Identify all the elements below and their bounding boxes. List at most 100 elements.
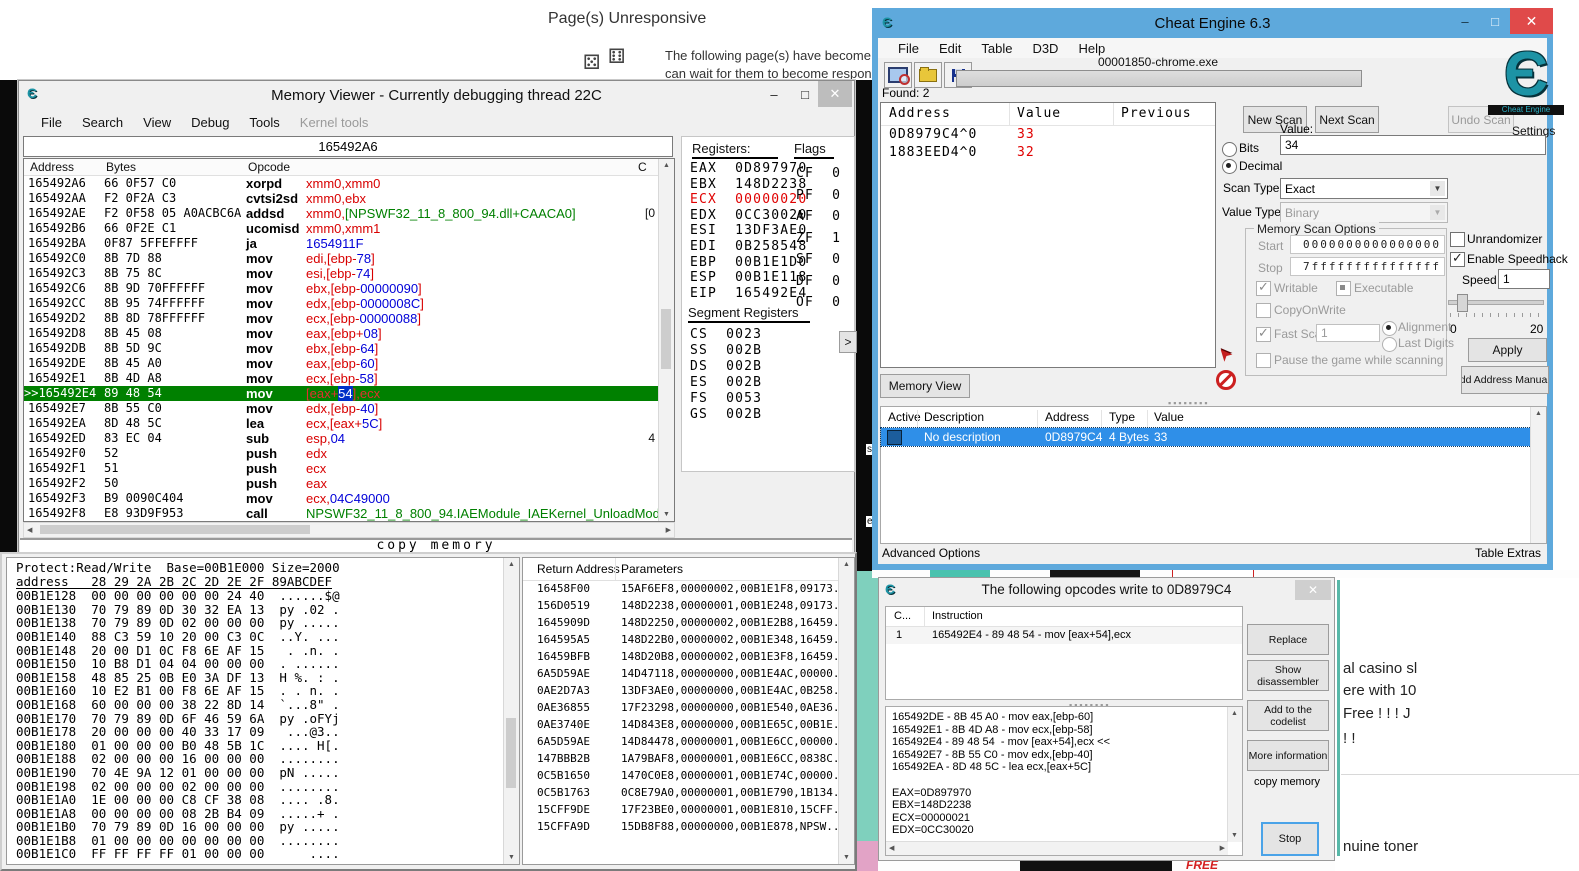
close-button[interactable]: ✕ [818, 81, 852, 107]
menu-item-d3d[interactable]: D3D [1022, 41, 1068, 56]
scan-value-input[interactable]: 34 [1280, 135, 1546, 155]
disassembly-row[interactable]: 165492BA0F87 5FFEFFFFja1654911F [24, 236, 659, 251]
hex-dump-panel[interactable]: Protect:Read/Write Base=00B1E000 Size=20… [6, 557, 520, 865]
bits-radio[interactable] [1222, 142, 1237, 157]
copyonwrite-checkbox[interactable] [1256, 303, 1271, 318]
scrollbar-thumb[interactable] [661, 309, 671, 369]
expand-registers-button[interactable]: > [839, 331, 857, 353]
stack-row[interactable]: 0C5B17630C8E79A0,00000001,00B1E790,1B134… [523, 786, 839, 803]
stack-view-panel[interactable]: Return Address Parameters 16458F0015AF6E… [522, 557, 855, 865]
last-digits-radio[interactable] [1382, 337, 1397, 352]
menu-item-tools[interactable]: Tools [239, 115, 289, 130]
stack-row[interactable]: 0C5B16501470C0E8,00000001,00B1E74C,00000… [523, 769, 839, 786]
detail-horizontal-scrollbar[interactable]: ◀ ▶ [886, 841, 1228, 855]
dialog-titlebar[interactable]: Є The following opcodes write to 0D8979C… [879, 578, 1334, 602]
scroll-up-icon[interactable]: ▲ [1535, 410, 1542, 417]
menu-item-table[interactable]: Table [971, 41, 1022, 56]
disassembly-row[interactable]: 165492A666 0F57 C0xorpdxmm0,xmm0 [24, 176, 659, 191]
close-button[interactable]: ✕ [1295, 580, 1331, 600]
disassembly-row[interactable]: 165492E18B 4D A8movecx,[ebp-58] [24, 371, 659, 386]
scrollbar-thumb[interactable] [40, 525, 310, 534]
scroll-up-icon[interactable]: ▲ [843, 561, 850, 568]
alignment-radio[interactable] [1382, 321, 1397, 336]
maximize-button[interactable]: □ [790, 81, 820, 107]
scan-stop-input[interactable]: 7fffffffffffffff [1290, 257, 1445, 276]
stack-row[interactable]: 156D0519148D2238,00000001,00B1E248,09173… [523, 599, 839, 616]
stack-row[interactable]: 0AE3740E14D843E8,00000000,00B1E65C,00B1E… [523, 718, 839, 735]
menu-item-debug[interactable]: Debug [181, 115, 239, 130]
writable-checkbox[interactable] [1256, 281, 1271, 296]
opcode-row[interactable]: 1 165492E4 - 89 48 54 - mov [eax+54],ecx [886, 627, 1242, 644]
disassembly-row[interactable]: 165492CC8B 95 74FFFFFFmovedx,[ebp-000000… [24, 296, 659, 311]
menu-item-search[interactable]: Search [72, 115, 133, 130]
scroll-down-icon[interactable]: ▼ [663, 511, 670, 518]
menu-item-view[interactable]: View [133, 115, 181, 130]
scroll-right-icon[interactable]: ▶ [666, 527, 671, 534]
address-list-scrollbar[interactable]: ▲ [1530, 407, 1546, 543]
slider-thumb[interactable] [1457, 294, 1468, 312]
menu-item-edit[interactable]: Edit [929, 41, 971, 56]
copy-memory-label[interactable]: copy memory [1247, 776, 1327, 788]
disassembly-row[interactable]: 165492E78B 55 C0movedx,[ebp-40] [24, 401, 659, 416]
found-row[interactable]: 0D8979C4^033 [881, 127, 1215, 145]
stop-button[interactable]: Stop [1261, 822, 1319, 856]
found-row[interactable]: 1883EED4^032 [881, 145, 1215, 163]
memory-view-button[interactable]: Memory View [880, 374, 970, 398]
scroll-left-icon[interactable]: ◀ [27, 527, 32, 534]
scan-type-dropdown[interactable]: Exact ▼ [1280, 178, 1448, 199]
executable-checkbox[interactable] [1336, 281, 1351, 296]
disassembly-vertical-scrollbar[interactable]: ▲ ▼ [658, 159, 674, 521]
stack-row[interactable]: 0AE2D7A313DF3AE0,00000000,00B1E4AC,0B258… [523, 684, 839, 701]
fast-scan-checkbox[interactable] [1256, 327, 1271, 342]
minimize-button[interactable]: – [759, 81, 789, 107]
found-list[interactable]: Address Value Previous 0D8979C4^0331883E… [880, 102, 1216, 368]
replace-button[interactable]: Replace [1247, 624, 1329, 655]
speed-slider[interactable] [1448, 292, 1544, 312]
speed-input[interactable]: 1 [1498, 269, 1550, 289]
active-checkbox[interactable] [887, 430, 902, 445]
stack-row[interactable]: 6A5D59AE14D47118,00000000,00B1E4AC,00000… [523, 667, 839, 684]
stack-row[interactable]: 1645909D148D2250,00000002,00B1E2B8,16459… [523, 616, 839, 633]
open-table-button[interactable] [914, 62, 942, 88]
disassembly-row[interactable]: 165492D28B 8D 78FFFFFFmovecx,[ebp-000000… [24, 311, 659, 326]
disassembly-row[interactable]: 165492DE8B 45 A0moveax,[ebp-60] [24, 356, 659, 371]
menu-item-kernel-tools[interactable]: Kernel tools [290, 115, 379, 130]
disassembly-row[interactable]: 165492C38B 75 8Cmovesi,[ebp-74] [24, 266, 659, 281]
detail-vertical-scrollbar[interactable]: ▲ ▼ [1227, 707, 1242, 842]
scroll-up-icon[interactable]: ▲ [1231, 710, 1238, 717]
disassembly-row[interactable]: 165492DB8B 5D 9Cmovebx,[ebp-64] [24, 341, 659, 356]
add-to-codelist-button[interactable]: Add to the codelist [1247, 700, 1329, 731]
disassembly-horizontal-scrollbar[interactable]: ◀ ▶ [23, 522, 675, 538]
stack-row[interactable]: 164595A5148D22B0,00000002,00B1E348,16459… [523, 633, 839, 650]
pause-while-scanning-checkbox[interactable] [1256, 353, 1271, 368]
stack-vertical-scrollbar[interactable]: ▲ ▼ [838, 558, 854, 864]
disassembly-row[interactable]: 165492C08B 7D 88movedi,[ebp-78] [24, 251, 659, 266]
menu-item-help[interactable]: Help [1068, 41, 1115, 56]
disassembly-panel[interactable]: Address Bytes Opcode C 165492A666 0F57 C… [23, 158, 675, 522]
disassembly-row[interactable]: 165492C68B 9D 70FFFFFFmovebx,[ebp-000000… [24, 281, 659, 296]
memory-viewer-titlebar[interactable]: Є Memory Viewer - Currently debugging th… [19, 81, 854, 110]
stack-row[interactable]: 15CFF9DE17F23BE0,00000001,00B1E810,15CFF… [523, 803, 839, 820]
scroll-right-icon[interactable]: ▶ [1220, 845, 1225, 852]
scrollbar-thumb[interactable] [506, 718, 516, 788]
disassembly-row[interactable]: 165492F052pushedx [24, 446, 659, 461]
opcode-list[interactable]: C... Instruction 1 165492E4 - 89 48 54 -… [885, 606, 1243, 700]
disassembly-row[interactable]: 165492AEF2 0F58 05 A0ACBC6Aaddsdxmm0,[NP… [24, 206, 659, 221]
disassembly-row[interactable]: 165492B666 0F2E C1ucomisdxmm0,xmm1 [24, 221, 659, 236]
disassembly-row[interactable]: 165492F250pusheax [24, 476, 659, 491]
stack-row[interactable]: 0AE3685517F23298,00000000,00B1E540,0AE36… [523, 701, 839, 718]
enable-speedhack-checkbox[interactable] [1450, 252, 1465, 267]
hex-vertical-scrollbar[interactable]: ▲ ▼ [503, 558, 519, 864]
add-address-manually-button[interactable]: Add Address Manually [1461, 366, 1549, 394]
attach-debugger-arrow-icon[interactable]: ➤ [1218, 344, 1244, 368]
disassembly-row[interactable]: 165492F3B9 0090C404movecx,04C49000 [24, 491, 659, 506]
stack-row[interactable]: 15CFFA9D15DB8F88,00000000,00B1E878,NPSW.… [523, 820, 839, 837]
table-extras-link[interactable]: Table Extras [1475, 546, 1541, 560]
disassembly-row[interactable]: 165492ED83 EC 04subesp,044 [24, 431, 659, 446]
stack-row[interactable]: 16458F0015AF6EF8,00000002,00B1E1F8,09173… [523, 582, 839, 599]
scroll-down-icon[interactable]: ▼ [508, 854, 515, 861]
fast-scan-value-input[interactable]: 1 [1316, 324, 1380, 342]
scroll-up-icon[interactable]: ▲ [508, 561, 515, 568]
disassembly-row[interactable]: 165492F8E8 93D9F953callNPSWF32_11_8_800_… [24, 506, 659, 521]
disassembly-row[interactable]: 165492EA8D 48 5Cleaecx,[eax+5C] [24, 416, 659, 431]
